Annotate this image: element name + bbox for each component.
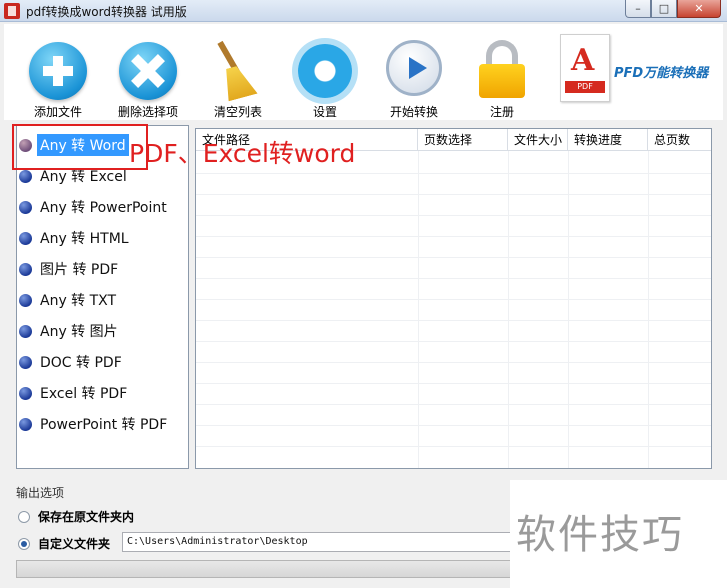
add-file-button[interactable]: 添加文件 xyxy=(18,24,98,120)
brand-logo: A PDF PFD万能转换器 xyxy=(556,32,723,116)
gear-icon xyxy=(298,44,352,98)
minimize-button[interactable]: – xyxy=(625,0,651,18)
column-file-size[interactable]: 文件大小 xyxy=(508,129,568,151)
play-icon xyxy=(386,40,442,96)
save-original-option[interactable]: 保存在原文件夹内 xyxy=(18,508,134,525)
bullet-icon xyxy=(19,293,32,307)
category-doc-to-pdf[interactable]: DOC 转 PDF xyxy=(19,351,125,373)
close-button[interactable]: ✕ xyxy=(677,0,721,18)
start-convert-label: 开始转换 xyxy=(389,105,438,119)
category-any-to-html[interactable]: Any 转 HTML xyxy=(19,227,132,249)
category-label: DOC 转 PDF xyxy=(40,355,122,371)
bullet-icon xyxy=(19,169,32,183)
brand-name: PFD万能转换器 xyxy=(614,66,709,81)
delete-icon xyxy=(119,42,177,100)
app-pdf-icon xyxy=(4,3,20,19)
conversion-type-list: Any 转 Word Any 转 Excel Any 转 PowerPoint … xyxy=(16,125,189,469)
maximize-button[interactable]: □ xyxy=(651,0,677,18)
settings-label: 设置 xyxy=(312,105,337,119)
register-label: 注册 xyxy=(489,105,514,119)
bullet-icon xyxy=(19,200,32,214)
start-convert-button[interactable]: 开始转换 xyxy=(374,24,454,120)
bullet-icon xyxy=(19,262,32,276)
watermark: 软件技巧 xyxy=(510,480,727,588)
watermark-text: 软件技巧 xyxy=(516,512,684,558)
category-label: Excel 转 PDF xyxy=(40,386,128,402)
category-powerpoint-to-pdf[interactable]: PowerPoint 转 PDF xyxy=(19,413,170,435)
window-title: pdf转换成word转换器 试用版 xyxy=(26,5,187,19)
radio-original[interactable] xyxy=(18,510,30,523)
bullet-icon xyxy=(19,417,32,431)
category-any-to-txt[interactable]: Any 转 TXT xyxy=(19,289,119,311)
bullet-icon xyxy=(19,386,32,400)
category-label: Any 转 HTML xyxy=(40,231,129,247)
delete-selected-button[interactable]: 删除选择项 xyxy=(108,24,188,120)
window-controls: – □ ✕ xyxy=(625,0,721,18)
output-options-title: 输出选项 xyxy=(16,486,65,500)
delete-selected-label: 删除选择项 xyxy=(117,105,178,119)
pdf-document-icon: A PDF xyxy=(560,34,610,102)
column-progress[interactable]: 转换进度 xyxy=(568,129,648,151)
register-button[interactable]: 注册 xyxy=(462,24,542,120)
category-any-to-image[interactable]: Any 转 图片 xyxy=(19,320,121,342)
toolbar: 添加文件 删除选择项 清空列表 设置 开始转换 注册 A PDF PFD万能转换… xyxy=(4,24,723,120)
add-icon xyxy=(29,42,87,100)
highlight-box xyxy=(12,124,148,170)
output-path-field[interactable]: C:\Users\Administrator\Desktop xyxy=(122,532,522,552)
category-label: PowerPoint 转 PDF xyxy=(40,417,168,433)
column-total-pages[interactable]: 总页数 xyxy=(648,129,711,151)
custom-folder-label: 自定义文件夹 xyxy=(38,537,111,551)
file-table: 文件路径 页数选择 文件大小 转换进度 总页数 xyxy=(195,128,712,469)
annotation-text: PDF、Excel转word xyxy=(129,139,356,168)
category-label: Any 转 TXT xyxy=(40,293,117,309)
radio-custom[interactable] xyxy=(18,537,30,550)
add-file-label: 添加文件 xyxy=(33,105,82,119)
clear-list-button[interactable]: 清空列表 xyxy=(198,24,278,120)
column-page-selection[interactable]: 页数选择 xyxy=(418,129,508,151)
conversion-progress-bar xyxy=(16,560,521,578)
category-label: Any 转 PowerPoint xyxy=(40,200,167,216)
app-window: pdf转换成word转换器 试用版 – □ ✕ 添加文件 删除选择项 清空列表 … xyxy=(0,0,727,588)
category-label: 图片 转 PDF xyxy=(40,262,119,278)
pdf-tag: PDF xyxy=(565,81,605,93)
clear-list-label: 清空列表 xyxy=(213,105,262,119)
title-bar: pdf转换成word转换器 试用版 – □ ✕ xyxy=(0,0,727,22)
category-any-to-powerpoint[interactable]: Any 转 PowerPoint xyxy=(19,196,170,218)
bullet-icon xyxy=(19,231,32,245)
bullet-icon xyxy=(19,355,32,369)
category-image-to-pdf[interactable]: 图片 转 PDF xyxy=(19,258,121,280)
category-excel-to-pdf[interactable]: Excel 转 PDF xyxy=(19,382,130,404)
settings-button[interactable]: 设置 xyxy=(285,24,365,120)
bullet-icon xyxy=(19,324,32,338)
save-original-label: 保存在原文件夹内 xyxy=(38,510,135,524)
custom-folder-option[interactable]: 自定义文件夹 xyxy=(18,535,110,552)
category-label: Any 转 图片 xyxy=(40,324,118,340)
